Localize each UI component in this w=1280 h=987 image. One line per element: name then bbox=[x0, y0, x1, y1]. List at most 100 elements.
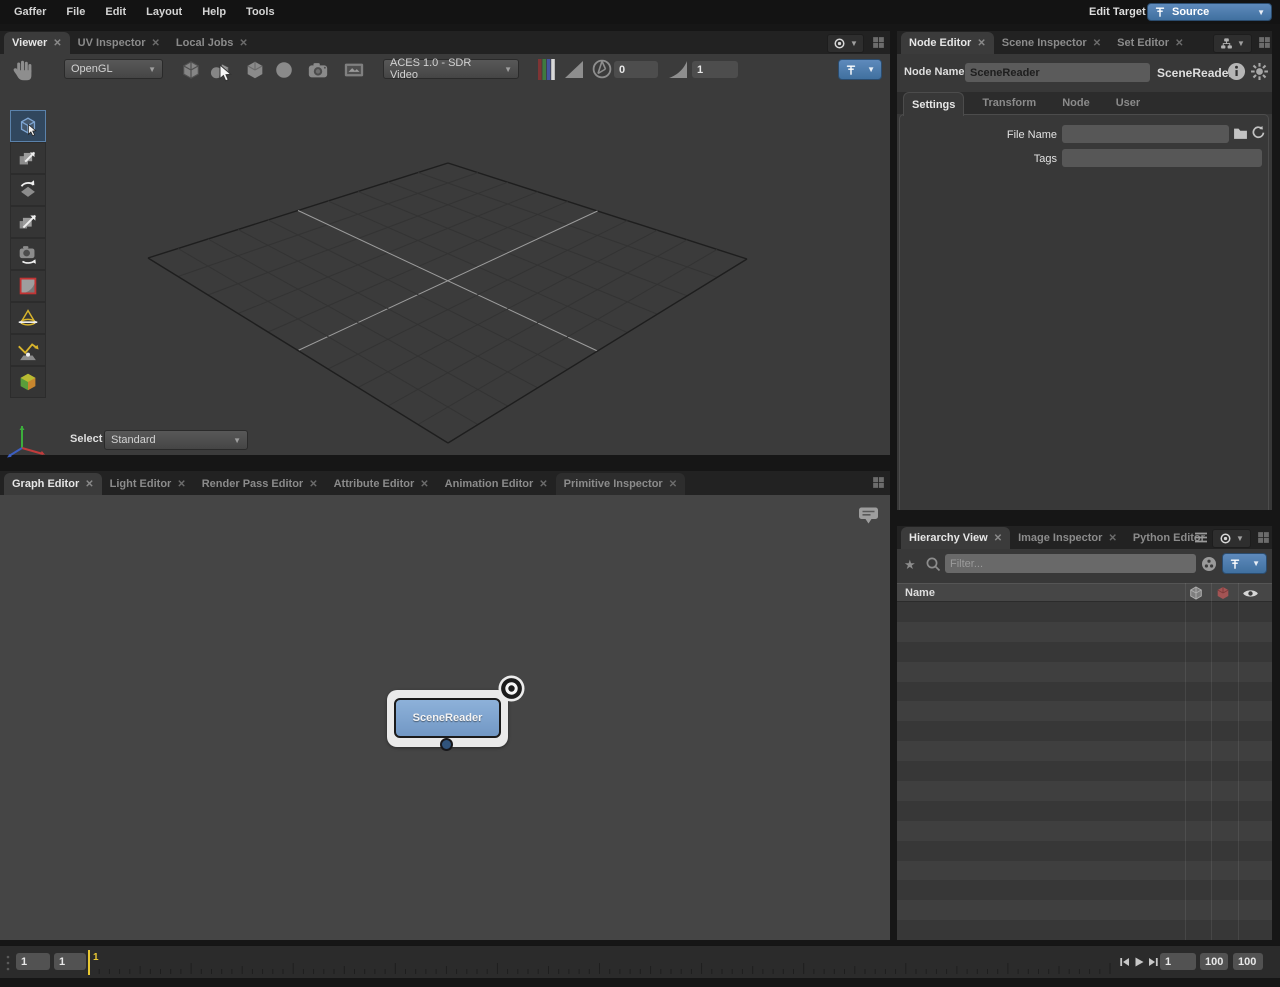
render-image-icon[interactable] bbox=[341, 57, 367, 83]
close-icon[interactable]: ✕ bbox=[152, 38, 160, 49]
name-column-header[interactable]: Name bbox=[905, 587, 935, 599]
tab-image-inspector[interactable]: Image Inspector✕ bbox=[1010, 527, 1125, 549]
frame-ruler[interactable] bbox=[0, 946, 1120, 979]
edit-target-dropdown[interactable]: Source ▼ bbox=[1147, 3, 1272, 21]
tab-node-editor[interactable]: Node Editor✕ bbox=[901, 32, 994, 54]
menu-layout[interactable]: Layout bbox=[136, 6, 192, 18]
menu-gaffer[interactable]: Gaffer bbox=[4, 6, 56, 18]
gamma-field[interactable]: 1 bbox=[692, 61, 738, 78]
light-tool-button[interactable] bbox=[10, 302, 46, 334]
exclude-cube-icon[interactable] bbox=[1216, 586, 1230, 600]
viewer-focus-dropdown[interactable]: ▼ bbox=[838, 59, 882, 80]
layout-grid-icon[interactable] bbox=[1257, 35, 1272, 50]
tab-primitive-inspector[interactable]: Primitive Inspector✕ bbox=[556, 473, 685, 495]
renderer-dropdown[interactable]: OpenGL ▼ bbox=[64, 59, 163, 79]
node-editor-mode-dropdown[interactable]: ▼ bbox=[1213, 34, 1252, 53]
visualiser-tool-button[interactable] bbox=[10, 366, 46, 398]
sets-filter-icon[interactable] bbox=[1201, 556, 1217, 572]
tab-attribute-editor[interactable]: Attribute Editor✕ bbox=[326, 473, 437, 495]
playhead[interactable] bbox=[88, 950, 90, 975]
tab-uv-inspector[interactable]: UV Inspector✕ bbox=[70, 32, 168, 54]
wireframe-cube-icon[interactable] bbox=[178, 57, 204, 83]
tab-local-jobs[interactable]: Local Jobs✕ bbox=[168, 32, 256, 54]
tab-animation-editor[interactable]: Animation Editor✕ bbox=[437, 473, 556, 495]
viewer-pin-target-dropdown[interactable]: ▼ bbox=[827, 34, 864, 53]
annotation-bubble-icon[interactable] bbox=[857, 505, 880, 526]
file-name-field[interactable] bbox=[1062, 125, 1229, 143]
tab-graph-editor[interactable]: Graph Editor✕ bbox=[4, 473, 102, 495]
crop-window-tool-button[interactable] bbox=[10, 270, 46, 302]
select-tool-button[interactable] bbox=[10, 110, 46, 142]
tab-set-editor[interactable]: Set Editor✕ bbox=[1109, 32, 1191, 54]
hierarchy-focus-dropdown[interactable]: ▼ bbox=[1222, 553, 1267, 574]
tab-scene-inspector[interactable]: Scene Inspector✕ bbox=[994, 32, 1109, 54]
go-to-start-icon[interactable] bbox=[1119, 956, 1131, 968]
camera-tool-button[interactable] bbox=[10, 238, 46, 270]
layout-grid-icon[interactable] bbox=[1256, 530, 1271, 545]
pan-hand-icon[interactable] bbox=[11, 57, 37, 83]
close-icon[interactable]: ✕ bbox=[977, 38, 985, 49]
close-icon[interactable]: ✕ bbox=[309, 479, 317, 490]
close-icon[interactable]: ✕ bbox=[239, 38, 247, 49]
rotate-tool-button[interactable] bbox=[10, 174, 46, 206]
layout-grid-icon[interactable] bbox=[871, 35, 886, 50]
scene-reader-node[interactable]: SceneReader bbox=[387, 690, 508, 747]
subtab-user[interactable]: User bbox=[1108, 92, 1148, 114]
node-name-field[interactable] bbox=[965, 63, 1150, 82]
close-icon[interactable]: ✕ bbox=[177, 479, 185, 490]
menu-tools[interactable]: Tools bbox=[236, 6, 285, 18]
close-icon[interactable]: ✕ bbox=[1175, 38, 1183, 49]
menu-edit[interactable]: Edit bbox=[95, 6, 136, 18]
hierarchy-target-dropdown[interactable]: ▼ bbox=[1212, 529, 1251, 548]
graph-canvas[interactable]: SceneReader bbox=[0, 495, 890, 940]
menu-file[interactable]: File bbox=[56, 6, 95, 18]
close-icon[interactable]: ✕ bbox=[53, 38, 61, 49]
playback-end-field[interactable]: 100 bbox=[1200, 953, 1228, 970]
info-icon[interactable] bbox=[1227, 62, 1246, 81]
node-output-port[interactable] bbox=[440, 738, 453, 751]
subtab-transform[interactable]: Transform bbox=[974, 92, 1044, 114]
sphere-icon[interactable] bbox=[271, 57, 297, 83]
star-icon[interactable]: ★ bbox=[904, 557, 916, 573]
exposure-triangle-icon[interactable] bbox=[564, 60, 584, 79]
filter-input[interactable] bbox=[945, 554, 1196, 573]
current-frame-field[interactable]: 1 bbox=[1160, 953, 1196, 970]
play-icon[interactable] bbox=[1133, 956, 1145, 968]
hierarchy-rows[interactable] bbox=[897, 602, 1272, 940]
select-dropdown[interactable]: Standard ▼ bbox=[104, 430, 248, 450]
menu-hamburger-icon[interactable] bbox=[1194, 531, 1208, 544]
close-icon[interactable]: ✕ bbox=[1108, 533, 1116, 544]
gamma-triangle-icon[interactable] bbox=[668, 60, 688, 79]
range-end-field[interactable]: 100 bbox=[1233, 953, 1263, 970]
close-icon[interactable]: ✕ bbox=[1093, 38, 1101, 49]
light-position-tool-button[interactable] bbox=[10, 334, 46, 366]
include-cube-icon[interactable] bbox=[1189, 586, 1203, 600]
folder-icon[interactable] bbox=[1233, 127, 1248, 140]
layout-grid-icon[interactable] bbox=[871, 475, 886, 490]
gear-icon[interactable] bbox=[1250, 62, 1269, 81]
tab-render-pass-editor[interactable]: Render Pass Editor✕ bbox=[194, 473, 326, 495]
visibility-eye-icon[interactable] bbox=[1242, 588, 1259, 599]
go-to-end-icon[interactable] bbox=[1147, 956, 1159, 968]
subtab-settings[interactable]: Settings bbox=[903, 92, 964, 116]
close-icon[interactable]: ✕ bbox=[420, 479, 428, 490]
exposure-field[interactable]: 0 bbox=[614, 61, 658, 78]
close-icon[interactable]: ✕ bbox=[994, 533, 1002, 544]
tab-hierarchy-view[interactable]: Hierarchy View✕ bbox=[901, 527, 1010, 549]
tab-viewer[interactable]: Viewer✕ bbox=[4, 32, 70, 54]
viewport[interactable] bbox=[0, 85, 890, 455]
node-edit-ring[interactable] bbox=[498, 675, 525, 702]
channels-rgb-icon[interactable] bbox=[537, 58, 557, 81]
subtab-node[interactable]: Node bbox=[1054, 92, 1098, 114]
refresh-icon[interactable] bbox=[1251, 125, 1266, 140]
scale-tool-button[interactable] bbox=[10, 206, 46, 238]
translate-tool-button[interactable] bbox=[10, 142, 46, 174]
display-transform-dropdown[interactable]: ACES 1.0 - SDR Video ▼ bbox=[383, 59, 519, 79]
menu-help[interactable]: Help bbox=[192, 6, 236, 18]
close-icon[interactable]: ✕ bbox=[85, 479, 93, 490]
tab-light-editor[interactable]: Light Editor✕ bbox=[102, 473, 194, 495]
aperture-icon[interactable] bbox=[592, 59, 612, 79]
close-icon[interactable]: ✕ bbox=[539, 479, 547, 490]
camera-icon[interactable] bbox=[305, 57, 331, 83]
tags-field[interactable] bbox=[1062, 149, 1262, 167]
